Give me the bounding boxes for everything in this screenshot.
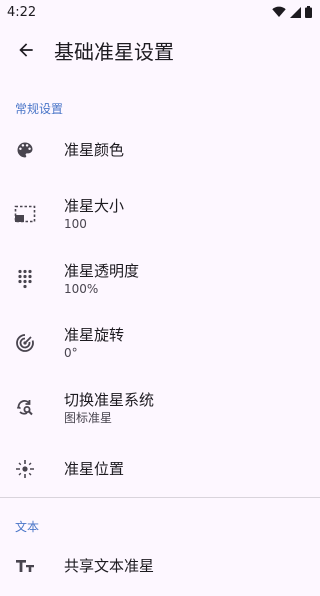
setting-label: 准星位置 <box>64 459 125 478</box>
battery-icon <box>305 6 312 18</box>
dots-grid-icon <box>14 268 36 290</box>
setting-value: 100 <box>64 217 87 231</box>
arrow-back-icon <box>19 43 33 57</box>
section-divider <box>0 497 320 498</box>
text-icon <box>14 555 36 577</box>
back-button[interactable] <box>12 36 40 64</box>
setting-crosshair-position[interactable]: 准星位置 <box>0 440 320 497</box>
setting-crosshair-rotation[interactable]: 准星旋转 0° <box>0 311 320 375</box>
status-time: 4:22 <box>7 4 37 20</box>
setting-switch-crosshair-system[interactable]: 切换准星系统 图标准星 <box>0 375 320 440</box>
page-title: 基础准星设置 <box>54 39 174 64</box>
setting-crosshair-color[interactable]: 准星颜色 <box>0 118 320 182</box>
status-icons <box>272 6 312 18</box>
resize-icon <box>14 203 36 225</box>
app-bar: 基础准星设置 <box>0 24 320 76</box>
setting-label: 共享文本准星 <box>64 557 155 575</box>
setting-label: 准星大小 <box>64 197 125 215</box>
setting-value: 图标准星 <box>64 410 113 425</box>
section-header-text: 文本 <box>15 520 40 534</box>
setting-label: 准星旋转 <box>64 326 125 344</box>
rotate-icon <box>14 332 36 354</box>
setting-shared-text-crosshair[interactable]: 共享文本准星 <box>0 536 320 596</box>
setting-value: 100% <box>64 281 99 296</box>
switch-search-icon <box>14 397 36 419</box>
setting-label: 准星透明度 <box>64 261 140 280</box>
signal-icon <box>290 6 301 18</box>
status-bar: 4:22 <box>0 0 320 24</box>
section-header-general: 常规设置 <box>15 102 64 116</box>
setting-label: 准星颜色 <box>64 141 125 159</box>
setting-crosshair-opacity[interactable]: 准星透明度 100% <box>0 246 320 311</box>
setting-crosshair-size[interactable]: 准星大小 100 <box>0 182 320 246</box>
setting-value: 0° <box>64 346 78 360</box>
wifi-icon <box>272 6 286 17</box>
crosshair-position-icon <box>14 458 36 480</box>
palette-icon <box>14 139 36 161</box>
setting-label: 切换准星系统 <box>64 390 155 409</box>
